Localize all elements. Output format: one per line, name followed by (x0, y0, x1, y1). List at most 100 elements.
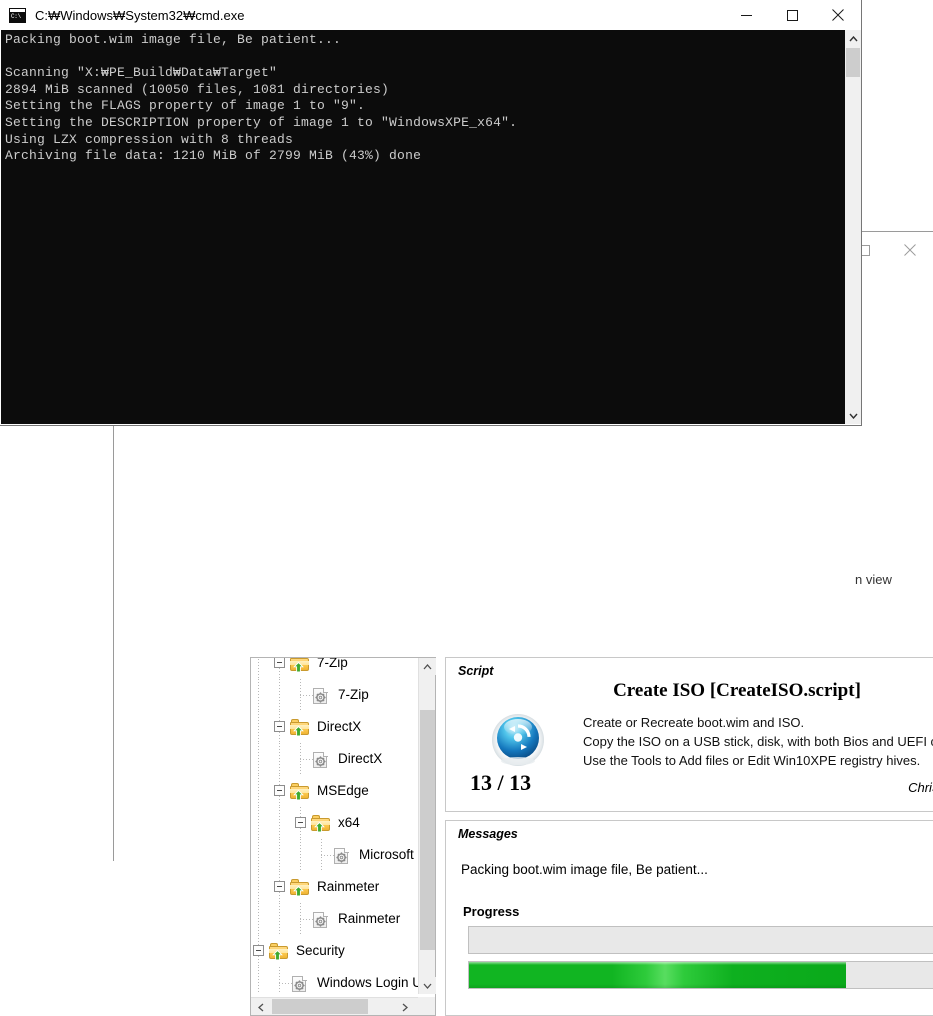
tree-item-directx[interactable]: DirectX (251, 743, 418, 775)
tree-vertical-scroll-thumb[interactable] (420, 710, 435, 950)
progress-label: Progress (463, 904, 520, 919)
tree-vertical-scrollbar[interactable] (418, 658, 436, 994)
tree-item-content: Rainmeter (311, 910, 403, 928)
tree-guide-line (258, 743, 259, 775)
xpe-close-button[interactable] (887, 232, 933, 268)
script-title: Create ISO [CreateISO.script] (613, 680, 861, 701)
cmd-exe-icon-label: C:\ (11, 12, 21, 20)
tree-scroll-right-button[interactable] (395, 998, 414, 1016)
script-file-icon (311, 751, 331, 768)
cmd-window-controls (723, 0, 861, 30)
tree-scroll-up-button[interactable] (419, 658, 436, 675)
folder-icon (269, 942, 289, 960)
tree-item-label: x64 (338, 815, 360, 830)
tree-item-label: MSEdge (317, 783, 369, 798)
cmd-close-button[interactable] (815, 0, 861, 30)
tree-item-content: Windows Login U (290, 974, 418, 992)
tree-collapse-toggle[interactable] (295, 817, 306, 828)
tree-item-content: Security (269, 942, 348, 960)
tree-collapse-toggle[interactable] (274, 721, 285, 732)
tree-item-windows-login-u[interactable]: Windows Login U (251, 967, 418, 994)
messages-status-text: Packing boot.wim image file, Be patient.… (461, 862, 708, 877)
tree-item-rainmeter[interactable]: Rainmeter (251, 903, 418, 935)
tree-item-content: MSEdge (290, 782, 372, 800)
cmd-console-text: Packing boot.wim image file, Be patient.… (5, 32, 518, 164)
tree-item-label: 7-Zip (317, 658, 348, 670)
tree-item-label: DirectX (338, 751, 383, 766)
cmd-maximize-button[interactable] (769, 0, 815, 30)
tree-item-microsoft[interactable]: Microsoft (251, 839, 418, 871)
tree-item-label: 7-Zip (338, 687, 369, 702)
blue-disc-refresh-icon (490, 711, 546, 767)
tree-item-7-zip[interactable]: 7-Zip (251, 679, 418, 711)
cmd-console-output[interactable]: Packing boot.wim image file, Be patient.… (1, 30, 846, 424)
progress-bar-overall (468, 926, 933, 954)
tree-item-label: DirectX (317, 719, 362, 734)
tree-item-content: Microsoft (332, 846, 417, 864)
script-description: Create or Recreate boot.wim and ISO. Cop… (583, 715, 933, 768)
cmd-minimize-button[interactable] (723, 0, 769, 30)
tree-guide-line (258, 711, 259, 743)
tree-item-msedge[interactable]: MSEdge (251, 775, 418, 807)
tree-item-content: x64 (311, 814, 363, 832)
tree-item-label: Microsoft (359, 847, 414, 862)
script-file-icon (290, 975, 310, 992)
tree-item-content: 7-Zip (311, 686, 372, 704)
tree-item-label: Rainmeter (317, 879, 380, 894)
tree-guide-line (279, 903, 280, 935)
tree-item-rainmeter[interactable]: Rainmeter (251, 871, 418, 903)
tree-guide-line (258, 839, 259, 871)
tree-item-label: Security (296, 943, 345, 958)
tree-item-content: DirectX (290, 718, 364, 736)
tree-guide-line (279, 679, 280, 711)
progress-bar-current (468, 961, 933, 989)
tree-item-directx[interactable]: DirectX (251, 711, 418, 743)
tree-scroll-left-button[interactable] (251, 998, 270, 1016)
cmd-scroll-up-button[interactable] (845, 30, 861, 47)
tree-item-content: 7-Zip (290, 658, 351, 672)
tree-scroll-down-button[interactable] (419, 977, 436, 994)
script-panel-caption: Script (458, 664, 494, 678)
tree-item-label: Rainmeter (338, 911, 401, 926)
tree-item-label: Windows Login U (317, 975, 418, 990)
tree-guide-line (300, 839, 301, 871)
cmd-exe-icon: C:\ (9, 7, 26, 23)
tree-guide-line (258, 967, 259, 994)
tree-horizontal-scroll-thumb[interactable] (272, 999, 368, 1014)
tree-item-7-zip[interactable]: 7-Zip (251, 658, 418, 679)
script-progress-count: 13 / 13 (470, 770, 532, 795)
tree-guide-line (258, 903, 259, 935)
cmd-scroll-down-button[interactable] (845, 407, 861, 424)
tree-item-x64[interactable]: x64 (251, 807, 418, 839)
tree-item-security[interactable]: Security (251, 935, 418, 967)
script-tree-panel[interactable]: 7-Zip 7-Zip DirectX DirectX MSEdge x64 M… (250, 657, 436, 1016)
cmd-vertical-scroll-thumb[interactable] (846, 48, 860, 77)
folder-icon (311, 814, 331, 832)
cmd-window-title: C:₩Windows₩System32₩cmd.exe (35, 7, 245, 23)
cmd-vertical-scrollbar[interactable] (845, 30, 861, 424)
script-file-icon (311, 687, 331, 704)
tree-collapse-toggle[interactable] (274, 785, 285, 796)
script-file-icon (311, 911, 331, 928)
tree-guide-line (279, 839, 280, 871)
script-info-panel: Script Create ISO [CreateISO.script] Cre… (445, 657, 933, 812)
tree-guide-line (258, 871, 259, 903)
script-author: ChriSR (908, 780, 933, 795)
tree-collapse-toggle[interactable] (253, 945, 264, 956)
cmd-window: C:\ C:₩Windows₩System32₩cmd.exe Packing (0, 0, 862, 426)
script-tree-viewport[interactable]: 7-Zip 7-Zip DirectX DirectX MSEdge x64 M… (251, 658, 418, 994)
cmd-titlebar[interactable]: C:\ C:₩Windows₩System32₩cmd.exe (0, 0, 861, 30)
tree-collapse-toggle[interactable] (274, 658, 285, 668)
tree-collapse-toggle[interactable] (274, 881, 285, 892)
tree-guide-line (279, 807, 280, 839)
tree-guide-line (279, 743, 280, 775)
tree-guide-line (258, 679, 259, 711)
tree-guide-line (258, 807, 259, 839)
tree-guide-line (279, 967, 280, 994)
tree-horizontal-scrollbar[interactable] (251, 997, 435, 1015)
folder-icon (290, 782, 310, 800)
tree-scroll-corner (418, 997, 435, 1015)
tree-item-content: Rainmeter (290, 878, 382, 896)
folder-icon (290, 878, 310, 896)
xpe-partial-label: n view (855, 572, 892, 587)
